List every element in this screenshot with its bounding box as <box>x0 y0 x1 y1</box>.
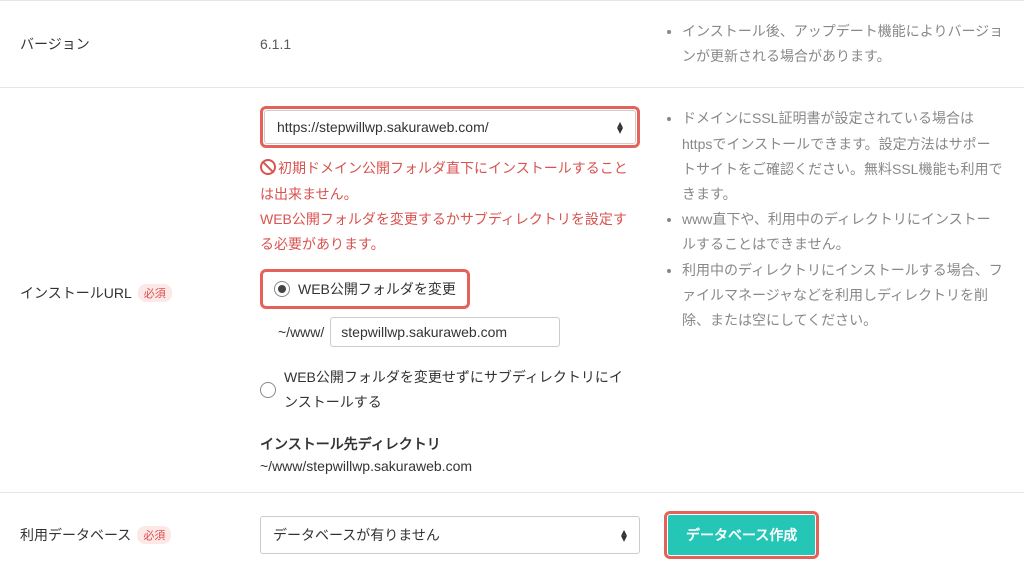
radio-subdir[interactable]: WEB公開フォルダを変更せずにサブディレクトリにインストールする <box>260 359 640 421</box>
radio-selected-icon <box>274 281 290 297</box>
label-install-url: インストールURL 必須 <box>20 277 260 303</box>
path-input-value: stepwillwp.sakuraweb.com <box>341 324 507 340</box>
database-select[interactable]: データベースが有りません ▴▾ <box>260 516 640 554</box>
notes-install-url: ドメインにSSL証明書が設定されている場合はhttpsでインストールできます。設… <box>640 106 1004 333</box>
version-value-text: 6.1.1 <box>260 36 291 52</box>
database-select-value: データベースが有りません <box>273 525 440 545</box>
notes-version: インストール後、アップデート機能によりバージョンが更新される場合があります。 <box>640 19 1004 69</box>
install-note-3: 利用中のディレクトリにインストールする場合、ファイルマネージャなどを利用しディレ… <box>682 258 1004 334</box>
required-badge: 必須 <box>138 284 172 302</box>
path-input[interactable]: stepwillwp.sakuraweb.com <box>330 317 560 347</box>
radio-unselected-icon <box>260 382 276 398</box>
label-database: 利用データベース 必須 <box>20 525 260 545</box>
note-version-1: インストール後、アップデート機能によりバージョンが更新される場合があります。 <box>682 19 1004 69</box>
radio1-label: WEB公開フォルダを変更 <box>298 279 456 299</box>
dest-value: ~/www/stepwillwp.sakuraweb.com <box>260 458 640 474</box>
radio1-highlight: WEB公開フォルダを変更 <box>260 269 470 309</box>
error-line2: WEB公開フォルダを変更するかサブディレクトリを設定する必要があります。 <box>260 211 627 252</box>
path-row: ~/www/ stepwillwp.sakuraweb.com <box>278 317 640 347</box>
value-version: 6.1.1 <box>260 36 640 52</box>
domain-select-highlight: https://stepwillwp.sakuraweb.com/ ▴▾ <box>260 106 640 148</box>
error-line1: 初期ドメイン公開フォルダ直下にインストールすることは出来ません。 <box>260 160 628 201</box>
label-install-url-text: インストールURL <box>20 283 132 303</box>
row-database: 利用データベース 必須 データベースが有りません ▴▾ データベース作成 <box>0 492 1024 577</box>
no-entry-icon <box>260 159 276 175</box>
label-database-text: 利用データベース <box>20 525 131 545</box>
dest-label: インストール先ディレクトリ <box>260 434 640 454</box>
label-version: バージョン <box>20 34 260 54</box>
radio-change-folder[interactable]: WEB公開フォルダを変更 <box>264 273 466 305</box>
select-updown-icon-db: ▴▾ <box>621 529 627 541</box>
row-version: バージョン 6.1.1 インストール後、アップデート機能によりバージョンが更新さ… <box>0 0 1024 87</box>
select-updown-icon: ▴▾ <box>617 121 623 133</box>
install-note-1: ドメインにSSL証明書が設定されている場合はhttpsでインストールできます。設… <box>682 106 1004 207</box>
row-install-url: インストールURL 必須 https://stepwillwp.sakurawe… <box>0 87 1024 491</box>
install-note-2: www直下や、利用中のディレクトリにインストールすることはできません。 <box>682 207 1004 257</box>
create-database-button[interactable]: データベース作成 <box>668 515 815 555</box>
path-prefix: ~/www/ <box>278 324 324 340</box>
content-install-url: https://stepwillwp.sakuraweb.com/ ▴▾ 初期ド… <box>260 106 640 473</box>
domain-select-value: https://stepwillwp.sakuraweb.com/ <box>277 119 489 135</box>
create-db-highlight: データベース作成 <box>664 511 819 559</box>
database-action: データベース作成 <box>640 511 1004 559</box>
content-database: データベースが有りません ▴▾ <box>260 516 640 554</box>
radio2-label: WEB公開フォルダを変更せずにサブディレクトリにインストールする <box>284 365 630 415</box>
install-error: 初期ドメイン公開フォルダ直下にインストールすることは出来ません。 WEB公開フォ… <box>260 156 640 257</box>
label-version-text: バージョン <box>20 34 90 54</box>
domain-select[interactable]: https://stepwillwp.sakuraweb.com/ ▴▾ <box>264 110 636 144</box>
